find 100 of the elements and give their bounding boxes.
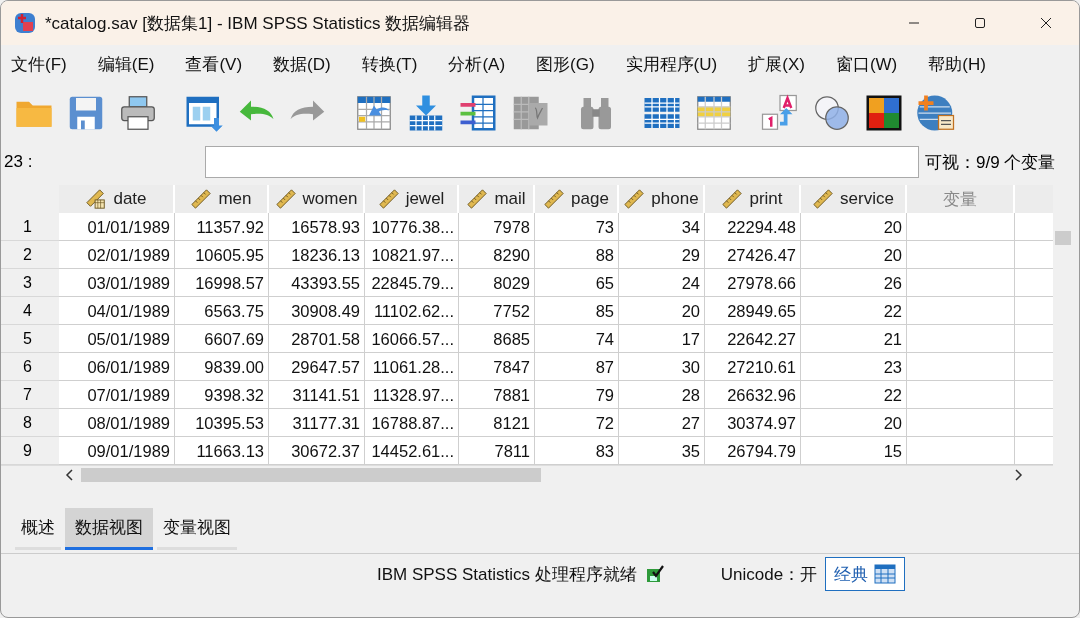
table-cell: 02/01/1989 xyxy=(59,241,175,269)
table-cell: 9398.32 xyxy=(175,381,269,409)
column-header[interactable]: print xyxy=(705,185,801,213)
table-cell: 79 xyxy=(535,381,619,409)
table-cell: 10821.97... xyxy=(365,241,459,269)
table-cell: 20 xyxy=(801,409,907,437)
table-cell: 11357.92 xyxy=(175,213,269,241)
table-cell: 28701.58 xyxy=(269,325,365,353)
column-header[interactable]: jewel xyxy=(365,185,459,213)
table-cell: 26632.96 xyxy=(705,381,801,409)
ready-check-icon xyxy=(644,564,665,584)
column-header[interactable]: men xyxy=(175,185,269,213)
table-cell: 05/01/1989 xyxy=(59,325,175,353)
ruler-icon xyxy=(466,188,489,210)
maximize-icon xyxy=(974,17,986,29)
column-label: phone xyxy=(651,189,699,209)
table-cell: 16578.93 xyxy=(269,213,365,241)
chevron-left-icon[interactable] xyxy=(65,469,73,481)
table-cell: 87 xyxy=(535,353,619,381)
column-header[interactable]: page xyxy=(535,185,619,213)
ruler-icon xyxy=(190,188,213,210)
select-cases-icon xyxy=(694,93,734,133)
table-cell: 8121 xyxy=(459,409,535,437)
table-cell: 30908.49 xyxy=(269,297,365,325)
table-cell: 88 xyxy=(535,241,619,269)
table-cell: 65 xyxy=(535,269,619,297)
close-icon xyxy=(1040,17,1052,29)
table-cell: 83 xyxy=(535,437,619,465)
table-cell: 7752 xyxy=(459,297,535,325)
menu-item[interactable]: 编辑(E) xyxy=(91,52,161,76)
unicode-status: Unicode：开 xyxy=(720,563,818,586)
menu-item[interactable]: 分析(A) xyxy=(442,52,512,76)
table-cell: 10776.38... xyxy=(365,213,459,241)
table-cell: 20 xyxy=(619,297,705,325)
table-cell: 6563.75 xyxy=(175,297,269,325)
table-cell: 28949.65 xyxy=(705,297,801,325)
ruler-icon xyxy=(377,188,400,210)
table-cell: 11328.97... xyxy=(365,381,459,409)
menu-item[interactable]: 窗口(W) xyxy=(829,52,904,76)
table-cell: 24 xyxy=(619,269,705,297)
column-label: men xyxy=(218,189,252,209)
window-title: *catalog.sav [数据集1] - IBM SPSS Statistics 数据编辑器 xyxy=(45,12,472,35)
table-cell: 11102.62... xyxy=(365,297,459,325)
view-tab[interactable]: 数据视图 xyxy=(65,508,153,550)
view-tab[interactable]: 变量视图 xyxy=(157,508,237,550)
column-header[interactable]: service xyxy=(801,185,907,213)
table-cell: 04/01/1989 xyxy=(59,297,175,325)
table-cell: 27978.66 xyxy=(705,269,801,297)
table-cell: 30374.97 xyxy=(705,409,801,437)
menu-item[interactable]: 查看(V) xyxy=(179,52,249,76)
column-label: women xyxy=(302,189,358,209)
table-cell: 34 xyxy=(619,213,705,241)
globe-add-icon xyxy=(916,93,956,133)
table-cell: 8029 xyxy=(459,269,535,297)
table-cell: 30672.37 xyxy=(269,437,365,465)
table-cell: 22845.79... xyxy=(365,269,459,297)
column-header[interactable]: women xyxy=(269,185,365,213)
table-cell: 22 xyxy=(801,381,907,409)
insert-variable-icon xyxy=(458,93,498,133)
table-cell: 30 xyxy=(619,353,705,381)
printer-icon xyxy=(118,93,158,133)
table-cell: 06/01/1989 xyxy=(59,353,175,381)
table-cell: 20 xyxy=(801,213,907,241)
column-label: page xyxy=(571,189,609,209)
processor-status: IBM SPSS Statistics 处理程序就绪 xyxy=(377,563,637,586)
app-icon xyxy=(13,11,37,35)
table-cell: 16788.87... xyxy=(365,409,459,437)
grid-icon xyxy=(874,564,897,584)
column-label: service xyxy=(840,189,894,209)
table-cell: 10605.95 xyxy=(175,241,269,269)
menu-item[interactable]: 实用程序(U) xyxy=(619,52,724,76)
table-cell: 85 xyxy=(535,297,619,325)
table-cell: 09/01/1989 xyxy=(59,437,175,465)
table-cell: 10395.53 xyxy=(175,409,269,437)
color-quadrant-icon xyxy=(864,93,904,133)
table-cell: 27426.47 xyxy=(705,241,801,269)
ruler-icon xyxy=(721,188,744,210)
table-cell: 22294.48 xyxy=(705,213,801,241)
table-cell: 29647.57 xyxy=(269,353,365,381)
column-label: mail xyxy=(494,189,526,209)
menu-item[interactable]: 数据(D) xyxy=(267,52,337,76)
table-cell: 43393.55 xyxy=(269,269,365,297)
view-tab[interactable]: 概述 xyxy=(15,508,61,550)
table-cell: 7978 xyxy=(459,213,535,241)
chevron-right-icon[interactable] xyxy=(1015,469,1023,481)
menu-item[interactable]: 图形(G) xyxy=(530,52,601,76)
table-cell: 26 xyxy=(801,269,907,297)
column-header[interactable]: date xyxy=(59,185,175,213)
menu-item[interactable]: 文件(F) xyxy=(5,52,73,76)
column-header[interactable]: phone xyxy=(619,185,705,213)
table-cell: 8290 xyxy=(459,241,535,269)
table-cell: 7881 xyxy=(459,381,535,409)
table-cell: 03/01/1989 xyxy=(59,269,175,297)
classic-mode-button[interactable]: 经典 xyxy=(825,557,906,591)
cell-editor-field[interactable] xyxy=(205,146,919,178)
menu-item[interactable]: 扩展(X) xyxy=(742,52,811,76)
column-header[interactable]: mail xyxy=(459,185,535,213)
table-cell: 31177.31 xyxy=(269,409,365,437)
menu-item[interactable]: 帮助(H) xyxy=(922,52,992,76)
menu-item[interactable]: 转换(T) xyxy=(355,52,424,76)
